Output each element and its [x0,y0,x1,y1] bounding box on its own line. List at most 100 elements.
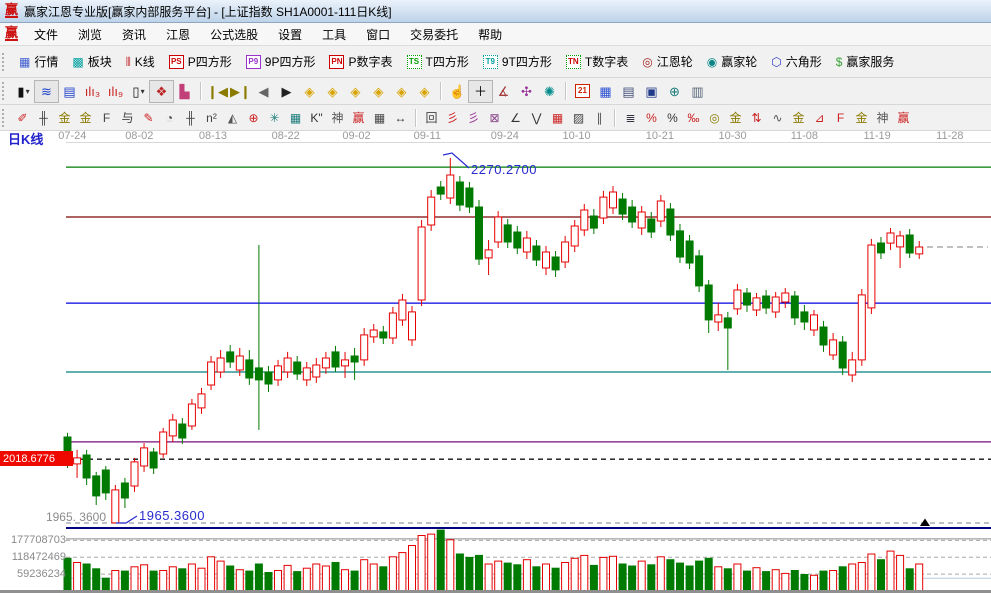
grid-tool-2[interactable]: ╫ [180,108,201,127]
f-angle-tool[interactable]: F [830,108,851,127]
web-box-tool[interactable]: ▦ [285,108,306,127]
shen-angle-tool[interactable]: 神 [872,108,893,127]
9p-square-button[interactable]: P9 9P四方形 [239,50,323,74]
winner-service-button[interactable]: $ 赢家服务 [829,50,902,74]
notes-button[interactable]: ▤ [617,81,640,102]
updown-tool[interactable]: ⇅ [746,108,767,127]
gold-circle-tool[interactable]: ◎ [704,108,725,127]
menu-2[interactable]: 浏览 [68,23,112,46]
pattern-tool[interactable]: ❖ [149,79,174,103]
minute-3-tool[interactable]: ılı₃ [81,81,104,102]
wave-tool[interactable]: ∿ [767,108,788,127]
t-digit-table-button[interactable]: TN T数字表 [559,50,635,74]
target-tool[interactable]: ⊕ [243,108,264,127]
toolbar-grip[interactable] [2,82,7,100]
j-angle-tool[interactable]: ⊿ [809,108,830,127]
span-tool[interactable]: ↔ [390,108,411,127]
p-digit-table-button[interactable]: PN P数字表 [322,50,399,74]
k-mark-tool[interactable]: K" [306,108,327,127]
menu-5[interactable]: 公式选股 [200,23,268,46]
skip-last-button[interactable]: ▶❙ [229,81,252,102]
crosshair-tool[interactable]: ＋ [468,79,493,103]
kline-button[interactable]: ⫴ K线 [119,50,162,74]
shen-grid-tool[interactable]: 神 [327,108,348,127]
skip-first-button[interactable]: ❙◀ [206,81,229,102]
angle-tool[interactable]: ∡ [492,81,515,102]
ladder-tool[interactable]: ≣ [620,108,641,127]
list-tool[interactable]: ▤ [58,81,81,102]
kline-chart-area[interactable] [0,128,991,593]
toolbar-grip[interactable] [2,108,7,127]
win-grid-tool[interactable]: 赢 [348,108,369,127]
menu-8[interactable]: 窗口 [356,23,400,46]
menu-4[interactable]: 江恩 [156,23,200,46]
menu-6[interactable]: 设置 [268,23,312,46]
winner-wheel-button[interactable]: ◉ 赢家轮 [700,50,765,74]
target-tool-icon: ⊕ [248,110,259,125]
gann-arrow-5[interactable]: ◈ [390,81,413,102]
gann-arrow-4[interactable]: ◈ [367,81,390,102]
permille-tool[interactable]: ‰ [683,108,704,127]
trend-tool[interactable]: ≋ [34,79,59,103]
9t-square-button[interactable]: T9 9T四方形 [476,50,559,74]
gold-grid-2[interactable]: 金 [75,108,96,127]
gold-grid-1[interactable]: 金 [54,108,75,127]
spiral-tool[interactable]: ✺ [538,81,561,102]
grid-arrow-tool[interactable]: ▨ [568,108,589,127]
period-selector[interactable]: ▮ ▾ [12,81,35,102]
gann-arrow-2[interactable]: ◈ [321,81,344,102]
quotes-button[interactable]: ▦ 行情 [12,50,65,74]
menu-9[interactable]: 交易委托 [400,23,468,46]
gold-line-tool-2[interactable]: 金 [788,108,809,127]
step-back-button[interactable]: ◀ [252,81,275,102]
save-button[interactable]: ▣ [640,81,663,102]
win-angle-tool[interactable]: 赢 [893,108,914,127]
angle-line-tool[interactable]: ∠ [505,108,526,127]
percent-tool-icon: % [667,110,678,125]
hexagon-button[interactable]: ⬡ 六角形 [764,50,829,74]
hand-tool[interactable]: ☝ [446,81,469,102]
gann-arrow-1[interactable]: ◈ [298,81,321,102]
v-line-tool[interactable]: ⋁ [526,108,547,127]
sectors-button[interactable]: ▩ 板块 [65,50,118,74]
spiral-grid-tool[interactable]: 与 [117,108,138,127]
candle-style-selector[interactable]: ▯ ▾ [127,81,150,102]
fan-purple-tool[interactable]: 彡 [463,108,484,127]
price-distribution-tool[interactable]: ▙ [173,81,196,102]
gann-arrow-6[interactable]: ◈ [413,81,436,102]
minute-9-tool[interactable]: ılı₉ [104,81,127,102]
p-square-button[interactable]: PS P四方形 [162,50,239,74]
flower-tool[interactable]: ✣ [515,81,538,102]
star-web-tool[interactable]: ✳ [264,108,285,127]
menu-1[interactable]: 文件 [24,23,68,46]
menu-10[interactable]: 帮助 [468,23,512,46]
calendar-button[interactable]: 21 [571,81,594,102]
workstation-button[interactable]: ▥ [686,81,709,102]
toolbar-grip[interactable] [2,52,7,71]
grid-123-tool[interactable]: ▦ [369,108,390,127]
f-grid-tool[interactable]: F [96,108,117,127]
menu-3[interactable]: 资讯 [112,23,156,46]
percent-tool[interactable]: % [662,108,683,127]
step-forward-button[interactable]: ▶ [275,81,298,102]
brush-tool[interactable]: ✐ [12,108,33,127]
time-cycle-tool[interactable]: ◔ [159,108,180,127]
gold-line-tool[interactable]: 金 [725,108,746,127]
menu-7[interactable]: 工具 [312,23,356,46]
pen-ruler-tool[interactable]: ✎ [138,108,159,127]
fan-red-tool[interactable]: 彡 [442,108,463,127]
gann-wheel-button[interactable]: ◎ 江恩轮 [635,50,700,74]
grid-tool-1[interactable]: ╫ [33,108,54,127]
angle-a-tool[interactable]: ◭ [222,108,243,127]
n-square-tool[interactable]: n² [201,108,222,127]
calculator-button[interactable]: ▦ [594,81,617,102]
grid-red-tool[interactable]: ▦ [547,108,568,127]
parallel-tool[interactable]: ∥ [589,108,610,127]
percent-red-tool[interactable]: % [641,108,662,127]
gold-angle-tool[interactable]: 金 [851,108,872,127]
gann-arrow-3[interactable]: ◈ [344,81,367,102]
t-square-button[interactable]: TS T四方形 [400,50,476,74]
box-select-tool[interactable]: 回 [421,108,442,127]
network-button[interactable]: ⊕ [663,81,686,102]
fan-box-tool[interactable]: ⊠ [484,108,505,127]
